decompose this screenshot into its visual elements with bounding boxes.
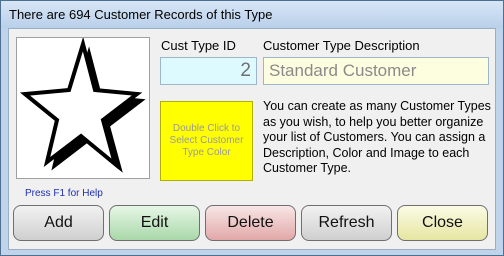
type-color-swatch[interactable]: Double Click to Select Customer Type Col… [160,101,253,181]
customer-type-image[interactable] [16,37,150,179]
customer-type-window: There are 694 Customer Records of this T… [0,0,504,256]
cust-type-id-label: Cust Type ID [161,38,236,53]
cust-type-id-field[interactable]: 2 [160,57,257,85]
delete-button[interactable]: Delete [205,205,296,241]
close-button[interactable]: Close [397,205,488,241]
form-panel: Press F1 for Help Cust Type ID Customer … [8,28,496,250]
star-icon [19,38,146,173]
customer-type-description-label: Customer Type Description [263,38,420,53]
description-field[interactable]: Standard Customer [263,57,489,85]
add-button[interactable]: Add [13,205,104,241]
info-text: You can create as many Customer Types as… [263,99,491,175]
refresh-button[interactable]: Refresh [301,205,392,241]
help-hint: Press F1 for Help [25,188,103,199]
window-title: There are 694 Customer Records of this T… [9,7,273,22]
title-bar[interactable]: There are 694 Customer Records of this T… [1,1,503,28]
edit-button[interactable]: Edit [109,205,200,241]
